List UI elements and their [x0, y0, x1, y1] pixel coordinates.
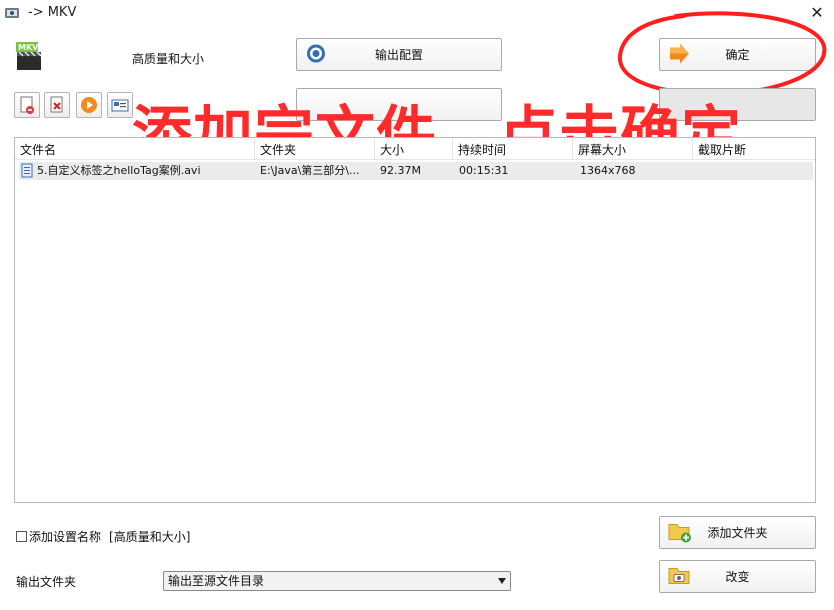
profile-label: 高质量和大小	[132, 52, 205, 66]
row-duration: 00:15:31	[459, 164, 509, 177]
change-button[interactable]: 改变	[659, 560, 816, 593]
add-file-button[interactable]	[14, 92, 40, 118]
column-clip[interactable]: 截取片断	[693, 138, 815, 160]
play-button[interactable]	[76, 92, 102, 118]
output-config-button[interactable]: 输出配置	[296, 38, 502, 71]
add-setting-name-row: 添加设置名称 [高质量和大小]	[16, 528, 190, 545]
chevron-down-icon	[498, 578, 506, 584]
file-list: 文件名 文件夹 大小 持续时间 屏幕大小 截取片断 5.自定义标签之helloT…	[14, 137, 816, 503]
annotation-circle	[616, 10, 828, 100]
add-file-icon	[20, 96, 34, 114]
hidden-middle-button[interactable]	[296, 88, 502, 121]
output-folder-select[interactable]: 输出至源文件目录	[163, 571, 511, 591]
add-folder-button[interactable]: 添加文件夹	[659, 516, 816, 549]
row-folder: E:\Java\第三部分\...	[260, 164, 360, 177]
change-label: 改变	[725, 570, 750, 584]
output-folder-value: 输出至源文件目录	[168, 574, 265, 588]
info-button[interactable]	[107, 92, 133, 118]
info-card-icon	[111, 99, 129, 112]
svg-text:MKV: MKV	[18, 43, 39, 52]
column-folder[interactable]: 文件夹	[255, 138, 375, 160]
row-filename: 5.自定义标签之helloTag案例.avi	[37, 164, 201, 177]
add-folder-label: 添加文件夹	[707, 526, 768, 540]
remove-file-icon	[50, 96, 63, 113]
hidden-right-button[interactable]	[659, 88, 816, 121]
list-header: 文件名 文件夹 大小 持续时间 屏幕大小 截取片断	[15, 138, 815, 160]
mkv-icon: MKV	[14, 40, 44, 72]
row-resolution: 1364x768	[580, 164, 636, 177]
video-file-icon	[21, 163, 35, 181]
column-size[interactable]: 大小	[375, 138, 453, 160]
add-setting-name-checkbox[interactable]	[16, 531, 27, 542]
setting-name-value: [高质量和大小]	[109, 530, 191, 544]
output-folder-label: 输出文件夹	[16, 575, 77, 589]
remove-file-button[interactable]	[44, 92, 70, 118]
app-icon	[4, 6, 20, 20]
column-resolution[interactable]: 屏幕大小	[573, 138, 693, 160]
column-filename[interactable]: 文件名	[15, 138, 255, 160]
play-icon	[81, 97, 97, 113]
table-row[interactable]: 5.自定义标签之helloTag案例.avi E:\Java\第三部分\... …	[19, 162, 813, 180]
add-setting-name-label[interactable]: 添加设置名称	[29, 528, 101, 545]
output-config-label: 输出配置	[374, 48, 423, 62]
row-clip	[699, 162, 799, 180]
row-size: 92.37M	[380, 164, 421, 177]
column-duration[interactable]: 持续时间	[453, 138, 573, 160]
window-title: -> MKV	[28, 5, 77, 20]
